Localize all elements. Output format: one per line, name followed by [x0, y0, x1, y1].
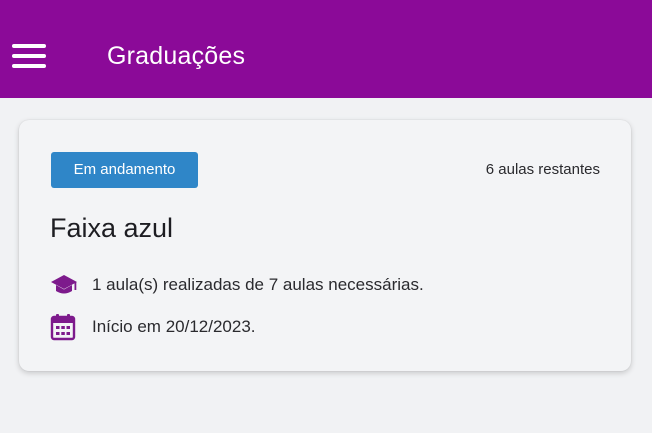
page-title: Graduações — [107, 42, 246, 70]
start-date-text: Início em 20/12/2023. — [92, 317, 256, 336]
belt-name: Faixa azul — [50, 213, 174, 243]
calendar-icon — [50, 312, 80, 342]
remaining-classes: 6 aulas restantes — [485, 161, 600, 178]
status-badge: Em andamento — [51, 152, 198, 188]
app-bar: Graduações — [0, 0, 652, 98]
start-date-row: Início em 20/12/2023. — [50, 312, 256, 342]
hamburger-menu-icon[interactable] — [10, 42, 48, 70]
progress-row: 1 aula(s) realizadas de 7 aulas necessár… — [50, 270, 424, 300]
graduation-cap-icon — [50, 270, 80, 300]
progress-text: 1 aula(s) realizadas de 7 aulas necessár… — [92, 275, 424, 294]
graduation-card[interactable]: Em andamento 6 aulas restantes Faixa azu… — [19, 120, 631, 371]
